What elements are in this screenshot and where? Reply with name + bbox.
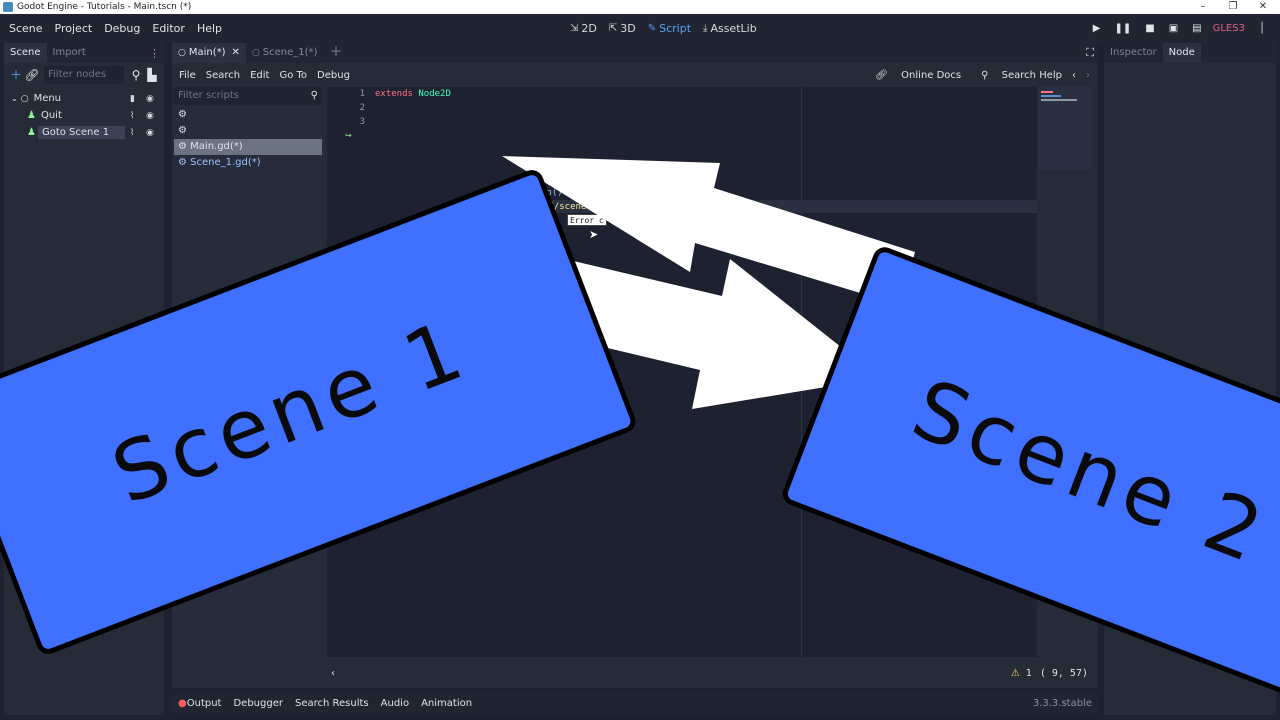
scene-2-label: Scene 2	[900, 361, 1280, 584]
scene-1-label: Scene 1	[100, 301, 480, 523]
thumbnail-overlay: Scene 1 Scene 2	[0, 0, 1280, 720]
godot-editor-window: Godot Engine - Tutorials - Main.tscn (*)…	[0, 0, 1280, 720]
